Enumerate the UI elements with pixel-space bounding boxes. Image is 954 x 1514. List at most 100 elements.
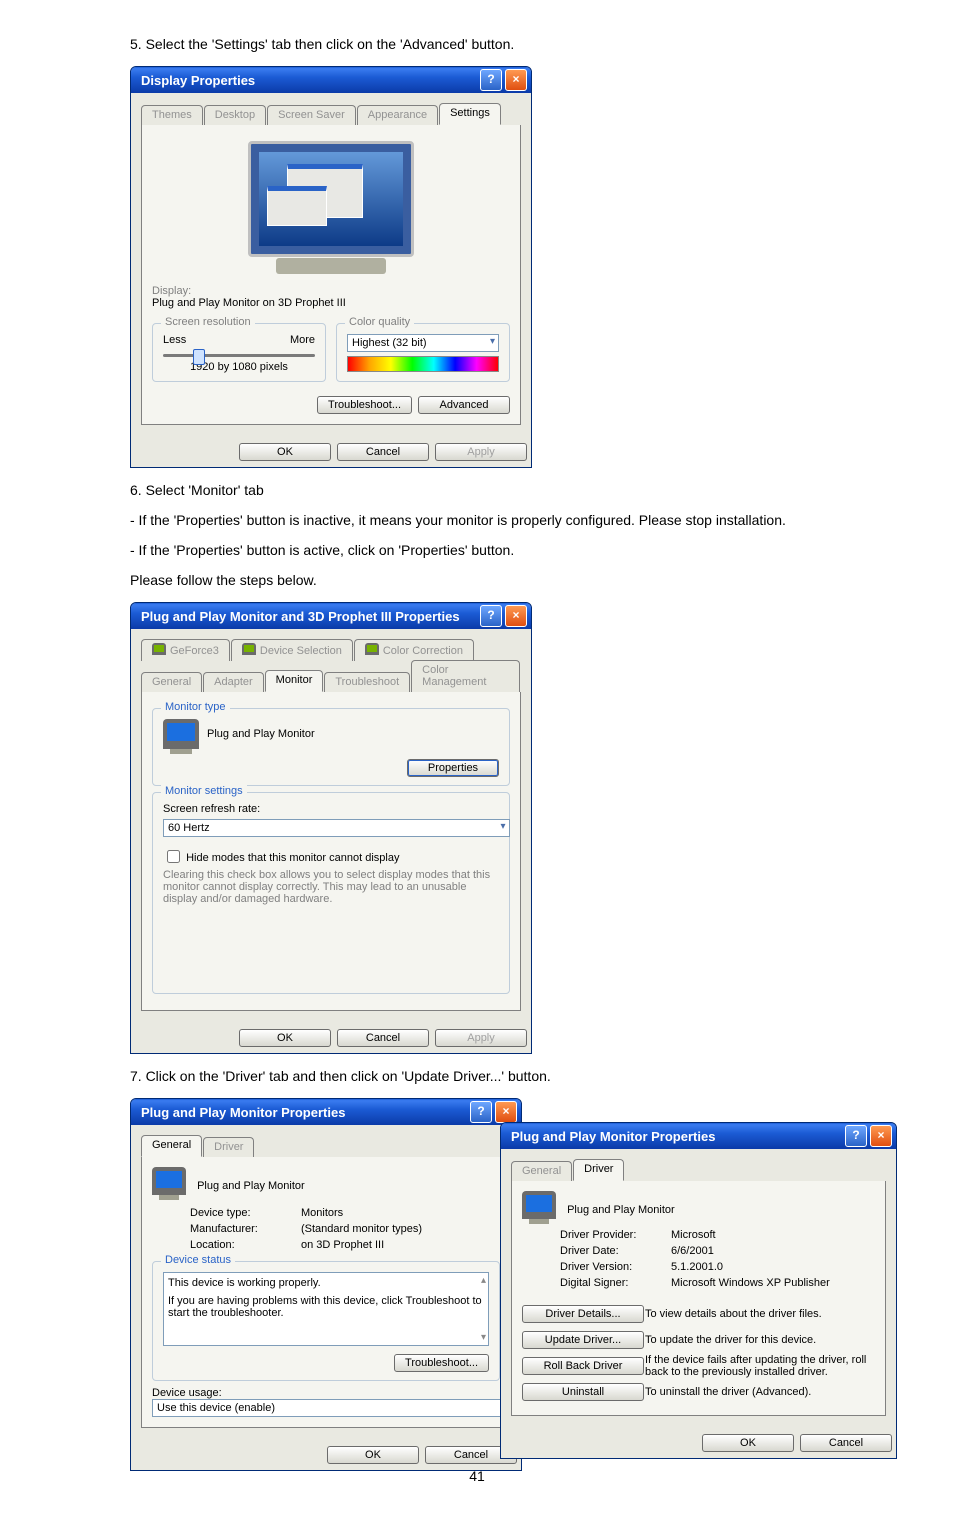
- troubleshoot-button[interactable]: Troubleshoot...: [317, 396, 412, 414]
- location-label: Location:: [190, 1237, 300, 1253]
- scroll-up-icon[interactable]: ▴: [481, 1275, 486, 1286]
- digital-signer-label: Digital Signer:: [560, 1275, 670, 1291]
- ok-button[interactable]: OK: [239, 1029, 331, 1047]
- driver-details-description: To view details about the driver files.: [644, 1301, 875, 1327]
- screen-resolution-group: Screen resolution: [161, 316, 255, 328]
- device-type-label: Device type:: [190, 1205, 300, 1221]
- hide-modes-checkbox[interactable]: [167, 850, 180, 863]
- properties-button[interactable]: Properties: [407, 759, 499, 777]
- digital-signer-value: Microsoft Windows XP Publisher: [670, 1275, 831, 1291]
- monitor-tabs-row1: GeForce3 Device Selection Color Correcti…: [141, 639, 521, 661]
- help-button[interactable]: ?: [470, 1101, 492, 1123]
- refresh-rate-label: Screen refresh rate:: [163, 803, 499, 815]
- less-label: Less: [163, 334, 186, 346]
- help-button[interactable]: ?: [480, 605, 502, 627]
- pnp-general-titlebar: Plug and Play Monitor Properties ? ×: [131, 1099, 521, 1125]
- hide-modes-label: Hide modes that this monitor cannot disp…: [186, 852, 399, 864]
- close-button[interactable]: ×: [870, 1125, 892, 1147]
- device-name: Plug and Play Monitor: [197, 1180, 305, 1192]
- driver-version-label: Driver Version:: [560, 1259, 670, 1275]
- tab-monitor[interactable]: Monitor: [265, 670, 324, 692]
- driver-provider-label: Driver Provider:: [560, 1227, 670, 1243]
- tab-adapter[interactable]: Adapter: [203, 672, 264, 692]
- device-name: Plug and Play Monitor: [567, 1204, 675, 1216]
- troubleshoot-button[interactable]: Troubleshoot...: [394, 1354, 489, 1372]
- tab-color-correction[interactable]: Color Correction: [354, 639, 474, 661]
- hide-modes-description: Clearing this check box allows you to se…: [163, 869, 499, 905]
- color-spectrum-icon: [347, 356, 499, 372]
- device-status-box: This device is working properly. If you …: [163, 1272, 489, 1346]
- device-usage-select[interactable]: Use this device (enable): [152, 1399, 510, 1417]
- more-label: More: [290, 334, 315, 346]
- tab-driver[interactable]: Driver: [573, 1159, 624, 1181]
- tab-screensaver[interactable]: Screen Saver: [267, 105, 356, 125]
- tab-desktop[interactable]: Desktop: [204, 105, 266, 125]
- device-status-group: Device status: [161, 1254, 235, 1266]
- help-button[interactable]: ?: [845, 1125, 867, 1147]
- tab-geforce3[interactable]: GeForce3: [141, 639, 230, 661]
- tab-themes[interactable]: Themes: [141, 105, 203, 125]
- monitor-properties-window: Plug and Play Monitor and 3D Prophet III…: [130, 602, 532, 1054]
- monitor-icon: [522, 1191, 556, 1219]
- device-usage-label: Device usage:: [152, 1387, 500, 1399]
- driver-details-button[interactable]: Driver Details...: [522, 1305, 644, 1323]
- nvidia-icon: [242, 643, 256, 655]
- device-status-help: If you are having problems with this dev…: [168, 1295, 484, 1319]
- resolution-value: 1920 by 1080 pixels: [163, 361, 315, 373]
- ok-button[interactable]: OK: [239, 443, 331, 461]
- nvidia-icon: [152, 643, 166, 655]
- driver-provider-value: Microsoft: [670, 1227, 831, 1243]
- refresh-rate-select[interactable]: 60 Hertz: [163, 819, 510, 837]
- tab-driver[interactable]: Driver: [203, 1137, 254, 1157]
- tab-troubleshoot[interactable]: Troubleshoot: [324, 672, 410, 692]
- tab-color-management[interactable]: Color Management: [411, 660, 520, 692]
- cancel-button[interactable]: Cancel: [337, 443, 429, 461]
- update-driver-description: To update the driver for this device.: [644, 1327, 875, 1353]
- close-button[interactable]: ×: [495, 1101, 517, 1123]
- close-button[interactable]: ×: [505, 69, 527, 91]
- cancel-button[interactable]: Cancel: [337, 1029, 429, 1047]
- color-quality-group: Color quality: [345, 316, 414, 328]
- apply-button[interactable]: Apply: [435, 443, 527, 461]
- uninstall-button[interactable]: Uninstall: [522, 1383, 644, 1401]
- roll-back-driver-description: If the device fails after updating the d…: [644, 1353, 875, 1379]
- device-type-value: Monitors: [300, 1205, 423, 1221]
- display-properties-window: Display Properties ? × Themes Desktop Sc…: [130, 66, 532, 468]
- ok-button[interactable]: OK: [327, 1446, 419, 1464]
- step6d-text: Please follow the steps below.: [130, 572, 824, 588]
- pnp-properties-general-window: Plug and Play Monitor Properties ? × Gen…: [130, 1098, 522, 1471]
- ok-button[interactable]: OK: [702, 1434, 794, 1452]
- monitor-properties-titlebar: Plug and Play Monitor and 3D Prophet III…: [131, 603, 531, 629]
- color-quality-select[interactable]: Highest (32 bit): [347, 334, 499, 352]
- tab-general[interactable]: General: [141, 1135, 202, 1157]
- resolution-slider[interactable]: [163, 354, 315, 357]
- pnp-driver-title: Plug and Play Monitor Properties: [511, 1129, 715, 1144]
- uninstall-description: To uninstall the driver (Advanced).: [644, 1379, 875, 1405]
- monitor-type-group: Monitor type: [161, 701, 230, 713]
- tab-settings[interactable]: Settings: [439, 103, 501, 125]
- device-status-text: This device is working properly.: [168, 1277, 484, 1289]
- apply-button[interactable]: Apply: [435, 1029, 527, 1047]
- driver-date-value: 6/6/2001: [670, 1243, 831, 1259]
- tab-general[interactable]: General: [141, 672, 202, 692]
- display-tabs: Themes Desktop Screen Saver Appearance S…: [141, 103, 521, 126]
- cancel-button[interactable]: Cancel: [800, 1434, 892, 1452]
- step6a-text: 6. Select 'Monitor' tab: [130, 482, 824, 498]
- roll-back-driver-button[interactable]: Roll Back Driver: [522, 1357, 644, 1375]
- tab-device-selection[interactable]: Device Selection: [231, 639, 353, 661]
- update-driver-button[interactable]: Update Driver...: [522, 1331, 644, 1349]
- tab-appearance[interactable]: Appearance: [357, 105, 438, 125]
- location-value: on 3D Prophet III: [300, 1237, 423, 1253]
- display-label: Display:: [152, 285, 510, 297]
- close-button[interactable]: ×: [505, 605, 527, 627]
- manufacturer-label: Manufacturer:: [190, 1221, 300, 1237]
- monitor-type-value: Plug and Play Monitor: [207, 728, 315, 740]
- help-button[interactable]: ?: [480, 69, 502, 91]
- scroll-down-icon[interactable]: ▾: [481, 1332, 486, 1343]
- driver-date-label: Driver Date:: [560, 1243, 670, 1259]
- display-value: Plug and Play Monitor on 3D Prophet III: [152, 297, 510, 309]
- step6b-text: - If the 'Properties' button is inactive…: [130, 512, 824, 528]
- step7-text: 7. Click on the 'Driver' tab and then cl…: [130, 1068, 824, 1084]
- tab-general[interactable]: General: [511, 1161, 572, 1181]
- advanced-button[interactable]: Advanced: [418, 396, 510, 414]
